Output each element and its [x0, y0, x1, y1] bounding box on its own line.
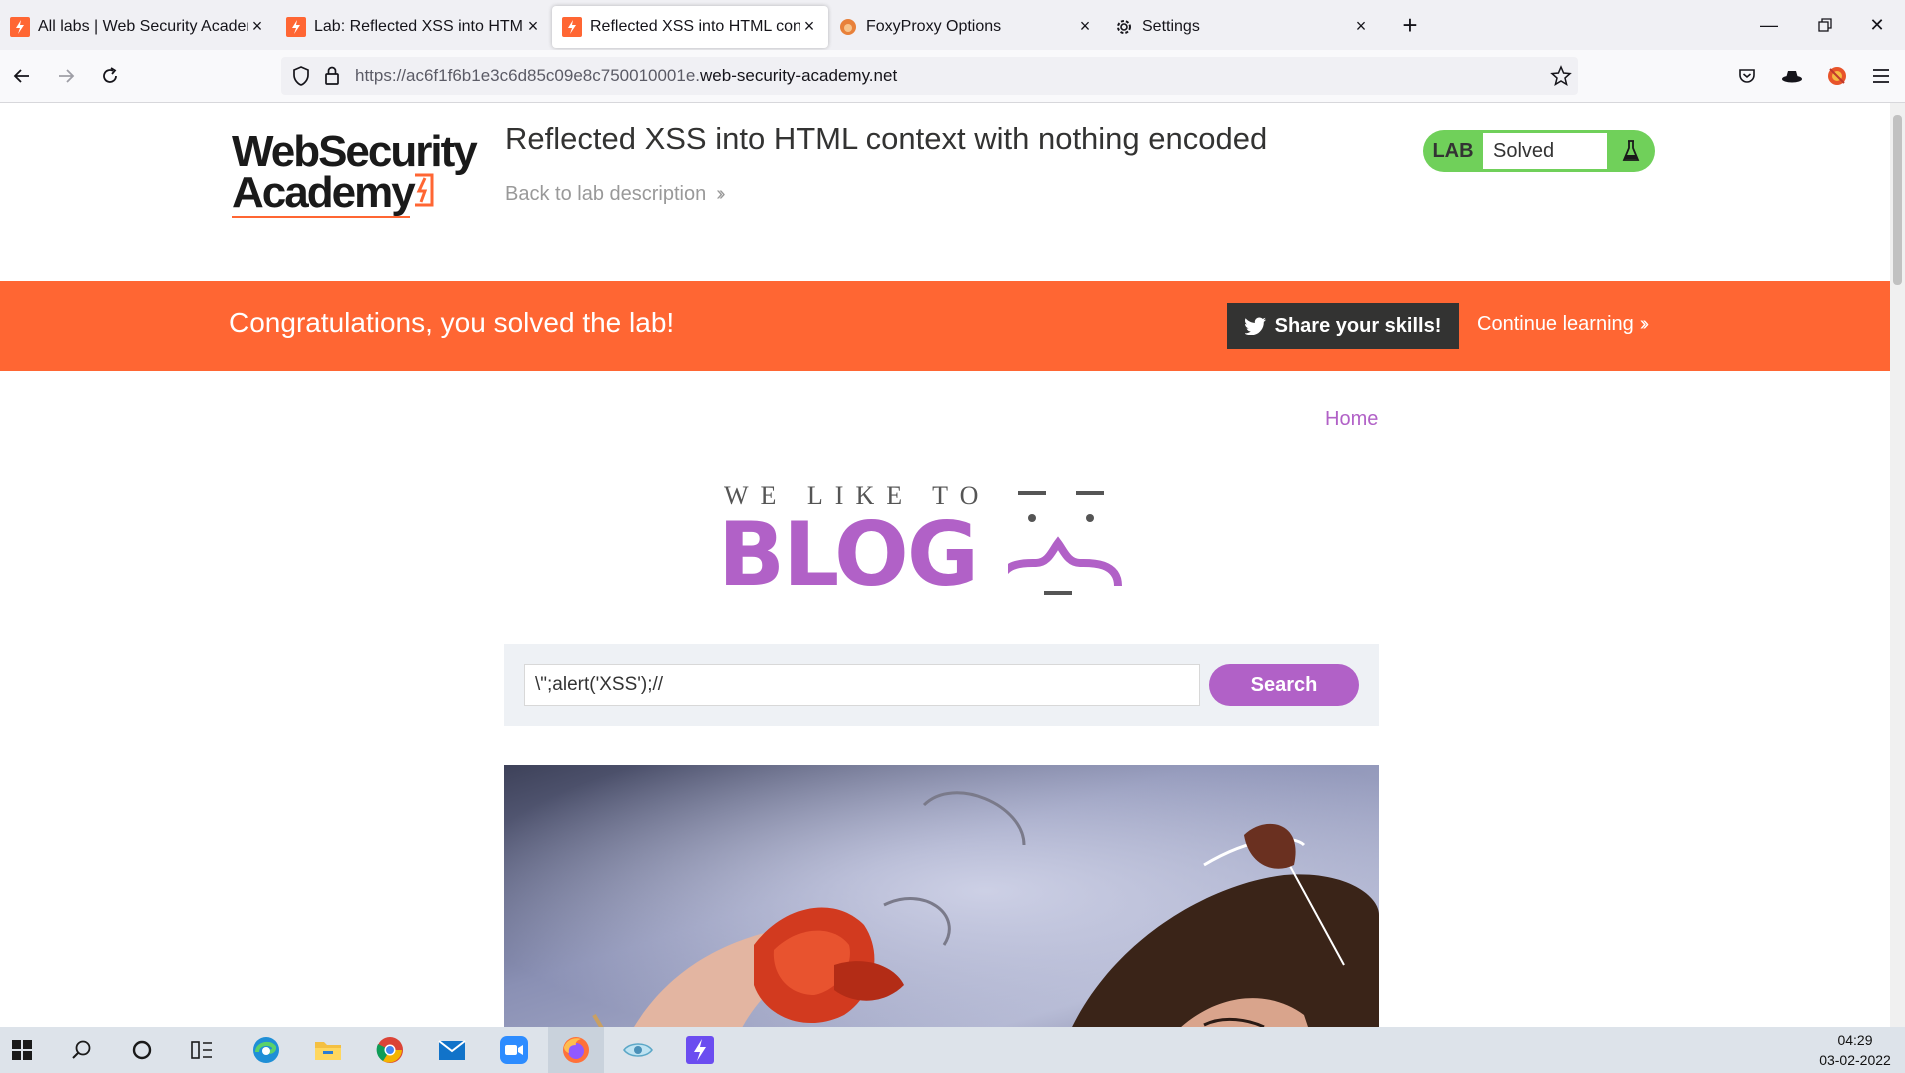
continue-learning-link[interactable]: Continue learning ››	[1477, 313, 1650, 336]
browser-tab[interactable]: FoxyProxy Options ×	[828, 6, 1104, 48]
web-security-academy-favicon-icon	[562, 16, 582, 37]
search-input[interactable]	[524, 664, 1200, 706]
clock-time: 04:29	[1837, 1032, 1873, 1048]
continue-learning-label: Continue learning	[1477, 313, 1634, 335]
hamburger-menu-icon[interactable]	[1865, 60, 1897, 92]
cortana-icon[interactable]	[114, 1027, 170, 1073]
flask-icon	[1607, 139, 1655, 163]
back-arrow-icon[interactable]	[0, 58, 44, 94]
pocket-icon[interactable]	[1731, 60, 1763, 92]
address-bar[interactable]: https://ac6f1f6b1e3c6d85c09e8c750010001e…	[281, 57, 1578, 95]
browser-tab-strip: All labs | Web Security Academy × Lab: R…	[0, 0, 1905, 50]
tab-label: Lab: Reflected XSS into HTML c	[314, 17, 524, 35]
mail-icon[interactable]	[424, 1027, 480, 1073]
reload-icon[interactable]	[88, 58, 132, 94]
back-link-label: Back to lab description	[505, 183, 707, 205]
firefox-browser-icon[interactable]	[548, 1027, 604, 1073]
blog-face-icon	[1008, 491, 1122, 595]
browser-navigation-bar: https://ac6f1f6b1e3c6d85c09e8c750010001e…	[0, 50, 1905, 103]
lab-tag: LAB	[1432, 139, 1474, 162]
share-button-label: Share your skills!	[1274, 314, 1442, 337]
lab-status-text: Solved	[1483, 133, 1607, 169]
close-tab-icon[interactable]: ×	[248, 16, 266, 37]
we-like-to-blog-logo: WE LIKE TO BLOG	[718, 481, 1164, 641]
lab-status-badge: LAB Solved	[1423, 130, 1655, 172]
page-vertical-scrollbar[interactable]	[1890, 103, 1905, 1027]
private-browsing-hat-icon[interactable]	[1776, 60, 1808, 92]
tracking-protection-shield-icon[interactable]	[291, 65, 311, 87]
system-clock[interactable]: 04:29 03-02-2022	[1810, 1030, 1900, 1070]
windows-start-icon[interactable]	[0, 1027, 50, 1073]
close-window-icon[interactable]: ✕	[1849, 0, 1905, 50]
gear-icon	[1114, 17, 1134, 37]
web-security-academy-favicon-icon	[286, 16, 306, 37]
new-tab-plus-icon[interactable]: +	[1390, 10, 1430, 41]
twitter-bird-icon	[1244, 317, 1266, 335]
close-tab-icon[interactable]: ×	[524, 16, 542, 37]
blog-post-image[interactable]	[504, 765, 1379, 1027]
url-prefix: https://ac6f1f6b1e3c6d85c09e8c750010001e…	[355, 66, 701, 85]
logo-text-line2: Academy	[232, 168, 416, 217]
double-chevron-right-icon: ››	[716, 183, 726, 205]
task-view-icon[interactable]	[174, 1027, 230, 1073]
forward-arrow-icon[interactable]	[44, 58, 88, 94]
lab-solved-banner: Congratulations, you solved the lab! Sha…	[0, 281, 1890, 371]
padlock-icon[interactable]	[323, 65, 341, 87]
blog-logo-word: BLOG	[718, 503, 979, 606]
tab-label: All labs | Web Security Academy	[38, 17, 248, 35]
blog-search-panel: Search	[504, 644, 1379, 726]
page-viewport: WebSecurity Academy Reflected XSS into H…	[0, 103, 1890, 1027]
browser-tab[interactable]: Settings ×	[1104, 6, 1380, 48]
search-button[interactable]: Search	[1209, 664, 1359, 706]
browser-tab[interactable]: All labs | Web Security Academy ×	[0, 6, 276, 48]
chrome-browser-icon[interactable]	[362, 1027, 418, 1073]
minimize-window-icon[interactable]: —	[1741, 0, 1797, 50]
tab-label: FoxyProxy Options	[866, 17, 1002, 35]
web-security-academy-favicon-icon	[10, 16, 30, 37]
close-tab-icon[interactable]: ×	[800, 16, 818, 37]
close-tab-icon[interactable]: ×	[1352, 16, 1370, 37]
scrollbar-thumb[interactable]	[1893, 115, 1902, 285]
restore-window-icon[interactable]	[1797, 0, 1853, 50]
zoom-video-icon[interactable]	[486, 1027, 542, 1073]
url-host: web-security-academy.net	[700, 66, 898, 85]
share-your-skills-button[interactable]: Share your skills!	[1227, 303, 1459, 349]
clock-date: 03-02-2022	[1819, 1052, 1891, 1068]
browser-tab-active[interactable]: Reflected XSS into HTML conte ×	[552, 5, 828, 48]
web-security-academy-logo[interactable]: WebSecurity Academy	[232, 127, 482, 223]
lab-title: Reflected XSS into HTML context with not…	[505, 121, 1268, 156]
double-chevron-right-icon: ››	[1639, 313, 1650, 335]
edge-browser-icon[interactable]	[238, 1027, 294, 1073]
tab-label: Settings	[1142, 17, 1200, 35]
search-icon[interactable]	[54, 1027, 110, 1073]
file-explorer-folder-icon[interactable]	[300, 1027, 356, 1073]
burp-suite-icon[interactable]	[672, 1027, 728, 1073]
home-link[interactable]: Home	[1325, 408, 1378, 431]
bookmark-star-icon[interactable]	[1550, 65, 1572, 87]
back-to-lab-description-link[interactable]: Back to lab description ››	[505, 183, 726, 206]
browser-tab[interactable]: Lab: Reflected XSS into HTML c ×	[276, 6, 552, 48]
congratulations-message: Congratulations, you solved the lab!	[229, 307, 675, 338]
foxyproxy-favicon-icon	[838, 17, 858, 37]
tab-label: Reflected XSS into HTML conte	[590, 17, 800, 35]
extension-badge-icon[interactable]	[1821, 60, 1853, 92]
close-tab-icon[interactable]: ×	[1076, 16, 1094, 37]
eye-app-icon[interactable]	[610, 1027, 666, 1073]
